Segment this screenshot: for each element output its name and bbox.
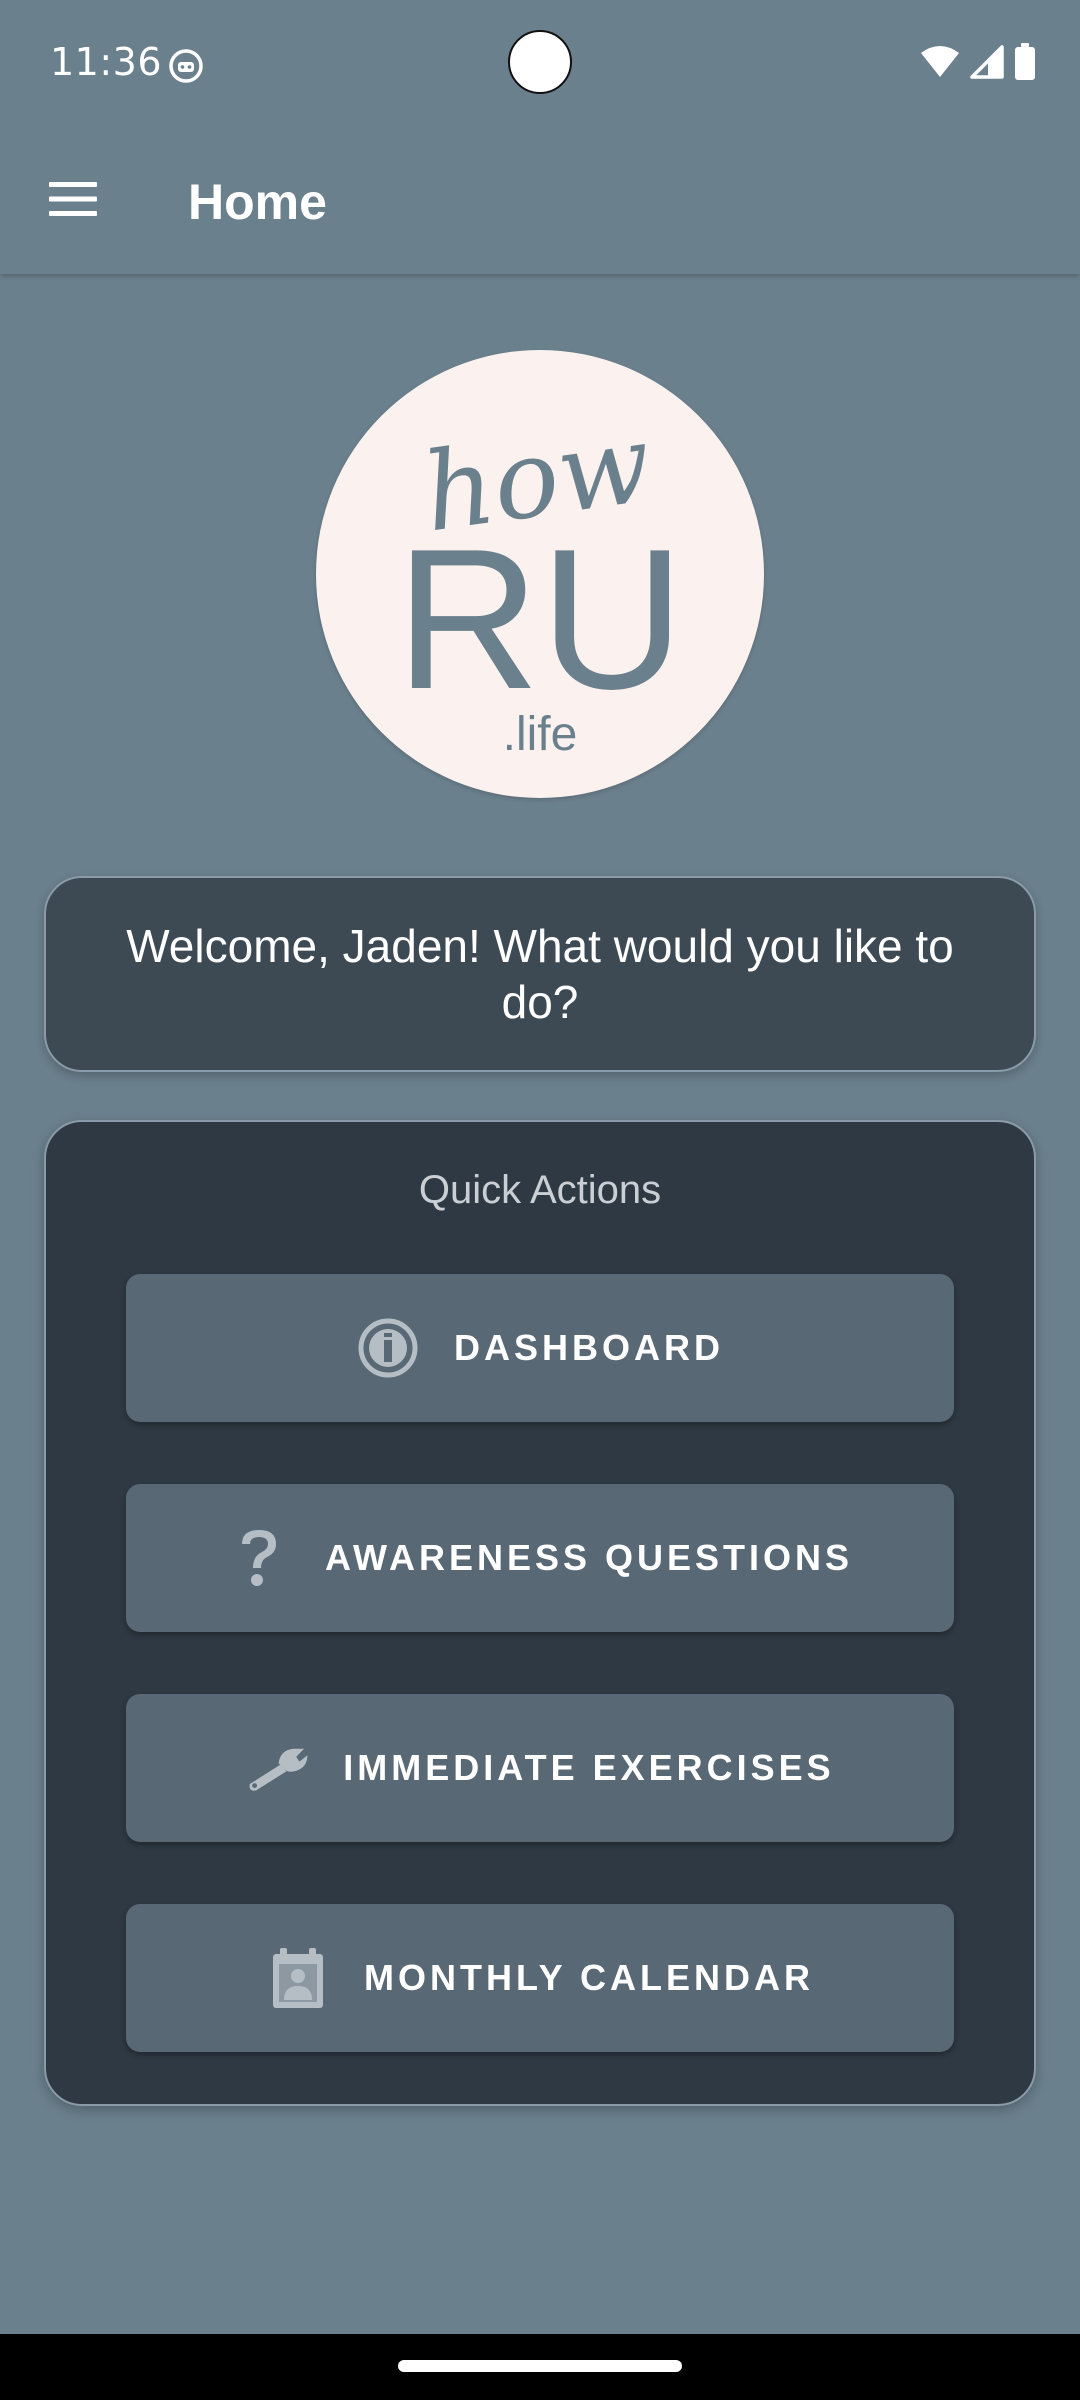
dashboard-button[interactable]: DASHBOARD bbox=[126, 1274, 954, 1422]
camera-cutout bbox=[508, 30, 572, 94]
app-bar: Home bbox=[0, 128, 1080, 274]
home-gesture-handle[interactable] bbox=[398, 2360, 682, 2372]
howru-life-logo: how RU .life bbox=[316, 350, 764, 798]
welcome-message: Welcome, Jaden! What would you like to d… bbox=[126, 920, 954, 1028]
status-bar: 11:36 bbox=[0, 0, 1080, 128]
awareness-questions-label: AWARENESS QUESTIONS bbox=[324, 1537, 854, 1578]
question-mark-icon bbox=[227, 1526, 291, 1590]
app-notification-icon bbox=[168, 48, 204, 84]
info-icon bbox=[356, 1316, 420, 1380]
hamburger-menu-icon bbox=[47, 179, 99, 224]
monthly-calendar-button[interactable]: MONTHLY CALENDAR bbox=[126, 1904, 954, 2052]
battery-icon bbox=[1014, 42, 1036, 86]
svg-text:.life: .life bbox=[503, 708, 578, 761]
calendar-person-icon bbox=[266, 1946, 330, 2010]
page-title: Home bbox=[188, 174, 327, 230]
home-screen: 11:36 Home how RU .life Welcome, Jaden! … bbox=[0, 0, 1080, 2400]
status-icons bbox=[920, 42, 1036, 86]
menu-button[interactable] bbox=[40, 168, 106, 234]
system-navigation-bar bbox=[0, 2334, 1080, 2400]
wifi-icon bbox=[920, 45, 960, 84]
dashboard-label: DASHBOARD bbox=[454, 1327, 724, 1368]
wrench-icon bbox=[245, 1736, 309, 1800]
quick-actions-card: Quick Actions DASHBOARD AWARENESS QUESTI… bbox=[44, 1120, 1036, 2106]
quick-actions-title: Quick Actions bbox=[418, 1168, 662, 1212]
svg-text:RU: RU bbox=[396, 508, 685, 731]
monthly-calendar-label: MONTHLY CALENDAR bbox=[363, 1957, 814, 1998]
cellular-signal-icon bbox=[970, 44, 1004, 84]
immediate-exercises-button[interactable]: IMMEDIATE EXERCISES bbox=[126, 1694, 954, 1842]
welcome-card: Welcome, Jaden! What would you like to d… bbox=[44, 876, 1036, 1072]
immediate-exercises-label: IMMEDIATE EXERCISES bbox=[343, 1747, 835, 1788]
status-time: 11:36 bbox=[50, 40, 163, 84]
awareness-questions-button[interactable]: AWARENESS QUESTIONS bbox=[126, 1484, 954, 1632]
